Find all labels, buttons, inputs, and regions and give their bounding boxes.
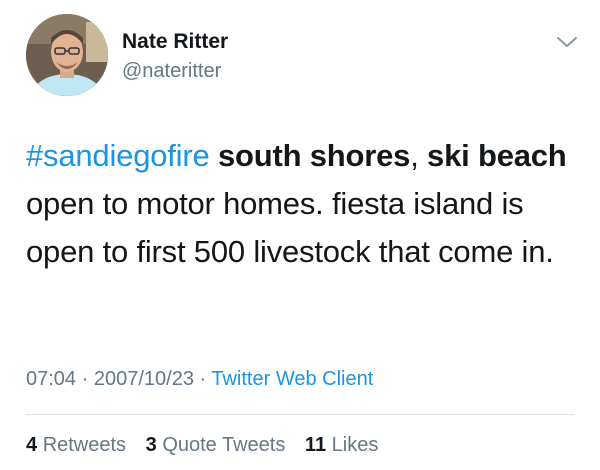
divider [26,414,574,415]
tweet-text-segment [210,138,218,173]
meta-separator: · [76,368,94,390]
retweets-stat[interactable]: 4 Retweets [26,434,126,456]
tweet-meta: 07:04 · 2007/10/23 · Twitter Web Client [26,368,373,391]
likes-count: 11 [304,434,327,456]
tweet-text-segment: , [410,138,428,173]
tweet-date[interactable]: 2007/10/23 [94,368,194,390]
likes-label: Likes [331,434,379,456]
tweet-text: #sandiegofire south shores, ski beach op… [26,132,586,276]
tweet-text-bold: south shores [217,138,411,173]
quote-tweets-label: Quote Tweets [162,434,286,456]
tweet-card: Nate Ritter @nateritter #sandiegofire so… [0,0,600,470]
tweet-source-link[interactable]: Twitter Web Client [211,368,373,390]
avatar[interactable] [26,14,108,96]
likes-stat[interactable]: 11 Likes [305,434,378,456]
retweets-count: 4 [26,434,38,456]
quote-tweets-count: 3 [145,434,157,456]
quote-tweets-stat[interactable]: 3 Quote Tweets [146,434,286,456]
hashtag-link[interactable]: #sandiegofire [26,138,210,173]
tweet-text-bold: ski beach [427,138,567,173]
avatar-photo [26,14,108,96]
author-handle[interactable]: @nateritter [122,60,221,83]
tweet-time[interactable]: 07:04 [26,368,76,390]
author-name[interactable]: Nate Ritter [122,30,228,54]
retweets-label: Retweets [42,434,127,456]
meta-separator: · [193,368,212,390]
tweet-stats: 4 Retweets 3 Quote Tweets 11 Likes [26,434,392,457]
tweet-text-segment: open to motor homes. fiesta island is op… [26,186,554,269]
chevron-down-icon[interactable] [555,32,579,52]
